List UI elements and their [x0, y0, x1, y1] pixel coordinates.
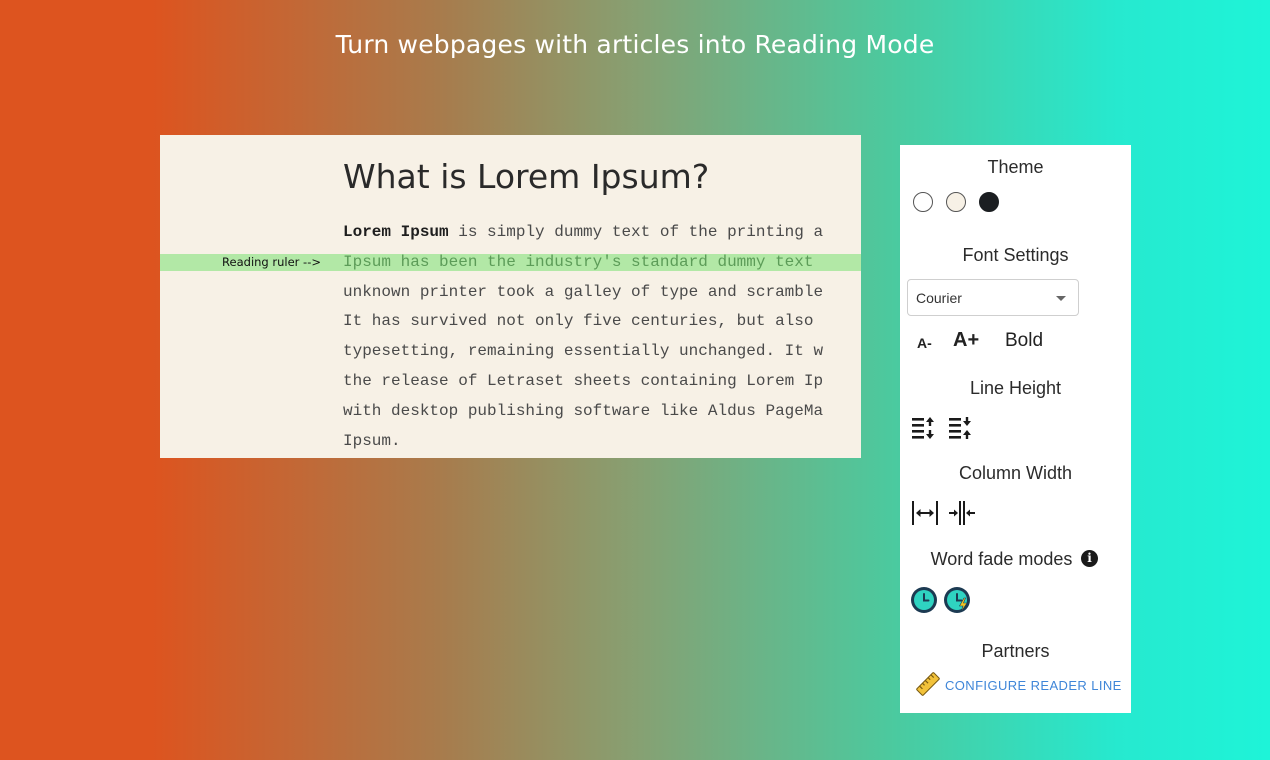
article-line-text: Ipsum has been the industry's standard d… [343, 252, 814, 271]
word-fade-mode-2-button[interactable] [944, 587, 970, 613]
column-narrow-icon [949, 501, 975, 525]
partners-title: Partners [981, 641, 1050, 661]
column-widen-icon [912, 501, 938, 525]
article-line: unknown printer took a galley of type an… [160, 278, 861, 308]
article-line: It has survived not only five centuries,… [160, 307, 861, 337]
chevron-down-icon [1056, 296, 1066, 301]
theme-title: Theme [987, 157, 1044, 177]
article-line: Ipsum. [160, 427, 861, 457]
article-line-text: the release of Letraset sheets containin… [343, 371, 824, 390]
theme-light-swatch[interactable] [913, 192, 933, 212]
article-preview: What is Lorem Ipsum? Lorem Ipsum is simp… [160, 135, 861, 458]
article-line-bold: Lorem Ipsum [343, 223, 449, 241]
article-line: typesetting, remaining essentially uncha… [160, 337, 861, 367]
reader-settings-panel: Theme Font Settings Courier A- A+ Bold L… [900, 145, 1131, 713]
article-line-text: unknown printer took a galley of type an… [343, 282, 824, 301]
ruler-icon[interactable] [915, 671, 941, 701]
article-line: with desktop publishing software like Al… [160, 397, 861, 427]
article-line-text: It has survived not only five centuries,… [343, 312, 814, 331]
reading-ruler-label: Reading ruler --> [222, 254, 321, 269]
article-body: Lorem Ipsum is simply dummy text of the … [160, 218, 861, 456]
article-line-text: with desktop publishing software like Al… [343, 401, 824, 420]
article-line-text: typesetting, remaining essentially uncha… [343, 342, 824, 361]
line-height-increase-icon [912, 417, 934, 439]
theme-sepia-swatch[interactable] [946, 192, 966, 212]
page-headline: Turn webpages with articles into Reading… [335, 30, 935, 59]
font-settings-title: Font Settings [962, 245, 1069, 265]
clock-bolt-icon [944, 587, 970, 613]
theme-dark-swatch[interactable] [979, 192, 999, 212]
column-width-increase-button[interactable] [911, 500, 939, 530]
info-icon[interactable]: i [1081, 550, 1098, 567]
clock-icon [911, 587, 937, 613]
font-increase-button[interactable]: A+ [953, 329, 979, 352]
article-title: What is Lorem Ipsum? [343, 157, 710, 196]
line-height-decrease-button[interactable] [948, 415, 974, 445]
word-fade-mode-1-button[interactable] [911, 587, 937, 613]
column-width-title: Column Width [958, 463, 1073, 483]
line-height-title: Line Height [969, 378, 1062, 398]
font-family-select[interactable]: Courier [907, 279, 1079, 316]
article-line-text: is simply dummy text of the printing a [448, 223, 824, 241]
line-height-increase-button[interactable] [911, 415, 937, 445]
article-line: the release of Letraset sheets containin… [160, 367, 861, 397]
article-line-text: Ipsum. [343, 431, 401, 450]
font-family-value: Courier [916, 290, 962, 306]
reading-ruler-line: Reading ruler --> Ipsum has been the ind… [160, 248, 861, 278]
column-width-decrease-button[interactable] [948, 500, 976, 530]
font-decrease-button[interactable]: A- [917, 335, 932, 351]
configure-reader-line-link[interactable]: CONFIGURE READER LINE [945, 678, 1122, 693]
line-height-decrease-icon [949, 417, 971, 439]
article-line: Lorem Ipsum is simply dummy text of the … [160, 218, 861, 248]
font-bold-button[interactable]: Bold [1005, 330, 1043, 352]
